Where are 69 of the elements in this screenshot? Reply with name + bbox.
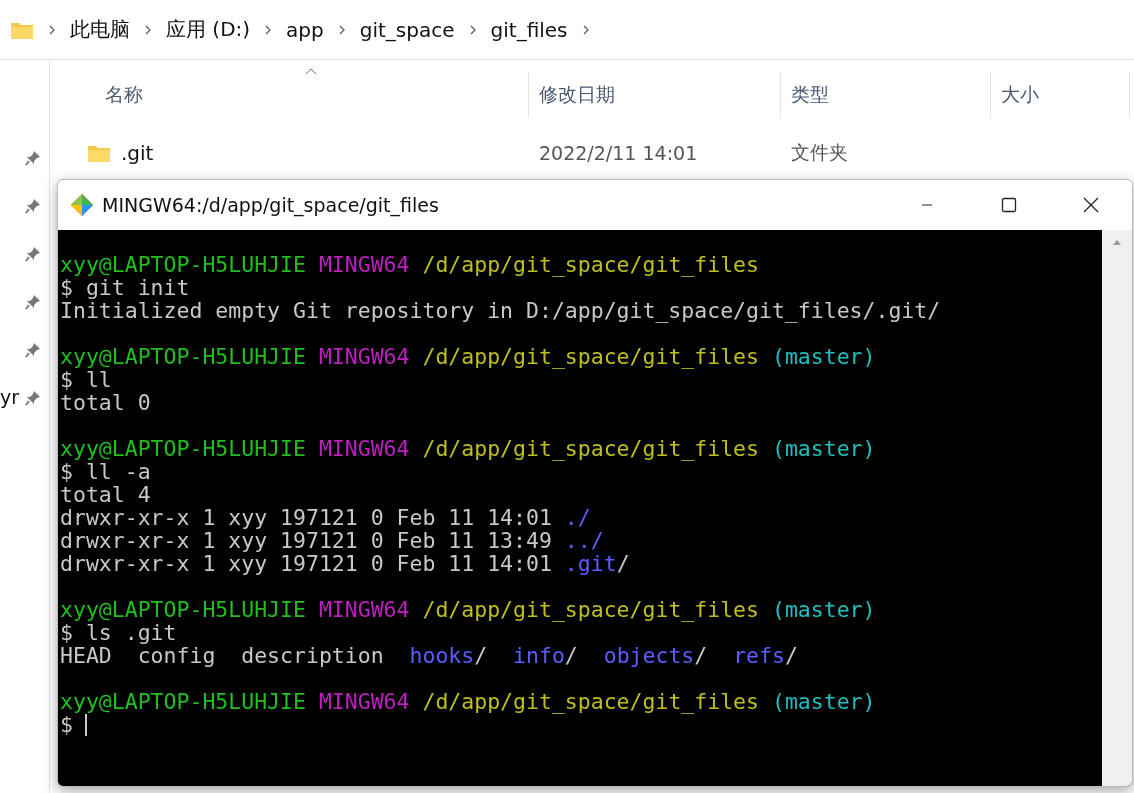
maximize-icon (1001, 197, 1017, 213)
terminal-text: / (616, 552, 630, 575)
breadcrumb-item[interactable]: 应用 (D:) (166, 16, 251, 43)
terminal-text: $ ll -a (60, 460, 151, 483)
breadcrumb-item[interactable]: app (286, 17, 324, 42)
terminal-text: xyy@LAPTOP-H5LUHJIE (60, 345, 306, 368)
terminal-text: MINGW64 (317, 598, 410, 621)
terminal-text: hooks (408, 644, 475, 667)
terminal-text: /d/app/git_space/git_files (421, 437, 759, 460)
file-name[interactable]: .git (121, 141, 154, 165)
breadcrumb-item[interactable]: git_files (490, 17, 568, 42)
sidebar-item[interactable]: yr (0, 386, 20, 408)
file-date: 2022/2/11 14:01 (539, 142, 698, 164)
column-header[interactable]: 类型 (791, 82, 829, 108)
terminal-text: /d/app/git_space/git_files (421, 253, 759, 276)
chevron-icon (48, 23, 56, 36)
terminal-text: info (512, 644, 565, 667)
terminal-text: xyy@LAPTOP-H5LUHJIE (60, 598, 306, 621)
column-header[interactable]: 修改日期 (539, 82, 615, 108)
file-type: 文件夹 (791, 140, 848, 165)
terminal-text: HEAD config description (60, 644, 384, 667)
terminal-text: xyy@LAPTOP-H5LUHJIE (60, 690, 306, 713)
terminal-text: drwxr-xr-x 1 xyy 197121 0 Feb 11 14:01 (60, 552, 552, 575)
terminal-text: (master) (770, 598, 876, 621)
diamond-logo-icon (70, 193, 94, 217)
terminal-text: xyy@LAPTOP-H5LUHJIE (60, 437, 306, 460)
terminal-text: ./ (563, 506, 591, 529)
terminal-text: ../ (563, 529, 604, 552)
close-icon (1083, 197, 1099, 213)
terminal-text: $ ls .git (60, 621, 177, 644)
column-header[interactable]: 名称 (105, 82, 143, 108)
terminal-text: .git (563, 552, 617, 575)
terminal-text: drwxr-xr-x 1 xyy 197121 0 Feb 11 14:01 (60, 506, 552, 529)
terminal-text: /d/app/git_space/git_files (421, 598, 759, 621)
terminal-text: total 0 (60, 391, 151, 414)
chevron-icon (468, 23, 477, 36)
terminal-text: / (694, 644, 708, 667)
terminal-text: MINGW64 (317, 253, 410, 276)
up-arrow-icon (1112, 238, 1122, 246)
terminal-text: drwxr-xr-x 1 xyy 197121 0 Feb 11 13:49 (60, 529, 552, 552)
terminal-text: MINGW64 (317, 345, 410, 368)
terminal-text: $ (60, 713, 73, 736)
chevron-icon (337, 23, 346, 36)
terminal-text: /d/app/git_space/git_files (421, 690, 759, 713)
column-header[interactable]: 大小 (1001, 82, 1039, 108)
terminal-text: MINGW64 (317, 690, 410, 713)
terminal-text: / (784, 644, 798, 667)
terminal-text: (master) (770, 437, 876, 460)
chevron-icon (264, 23, 273, 36)
terminal-text: refs (732, 644, 785, 667)
breadcrumb-item[interactable]: git_space (359, 17, 455, 42)
text-cursor (84, 713, 87, 736)
terminal-text: /d/app/git_space/git_files (421, 345, 759, 368)
window-title: MINGW64:/d/app/git_space/git_files (102, 194, 440, 216)
chevron-icon (144, 23, 152, 36)
terminal-text: objects (602, 644, 695, 667)
terminal-text: $ ll (60, 368, 112, 391)
chevron-icon (581, 23, 590, 36)
terminal-text: Initialized empty Git repository in D:/app/git_space/git_files/.git/ (60, 299, 941, 322)
terminal-text: (master) (770, 690, 876, 713)
terminal-text: xyy@LAPTOP-H5LUHJIE (60, 253, 306, 276)
terminal-text: total 4 (60, 483, 151, 506)
scrollbar[interactable] (1102, 230, 1132, 786)
breadcrumb-item[interactable]: 此电脑 (70, 16, 130, 43)
terminal-text: $ git init (60, 276, 190, 299)
terminal-text: / (564, 644, 578, 667)
terminal-text: / (474, 644, 488, 667)
terminal-text: MINGW64 (317, 437, 410, 460)
terminal-text: (master) (770, 345, 876, 368)
